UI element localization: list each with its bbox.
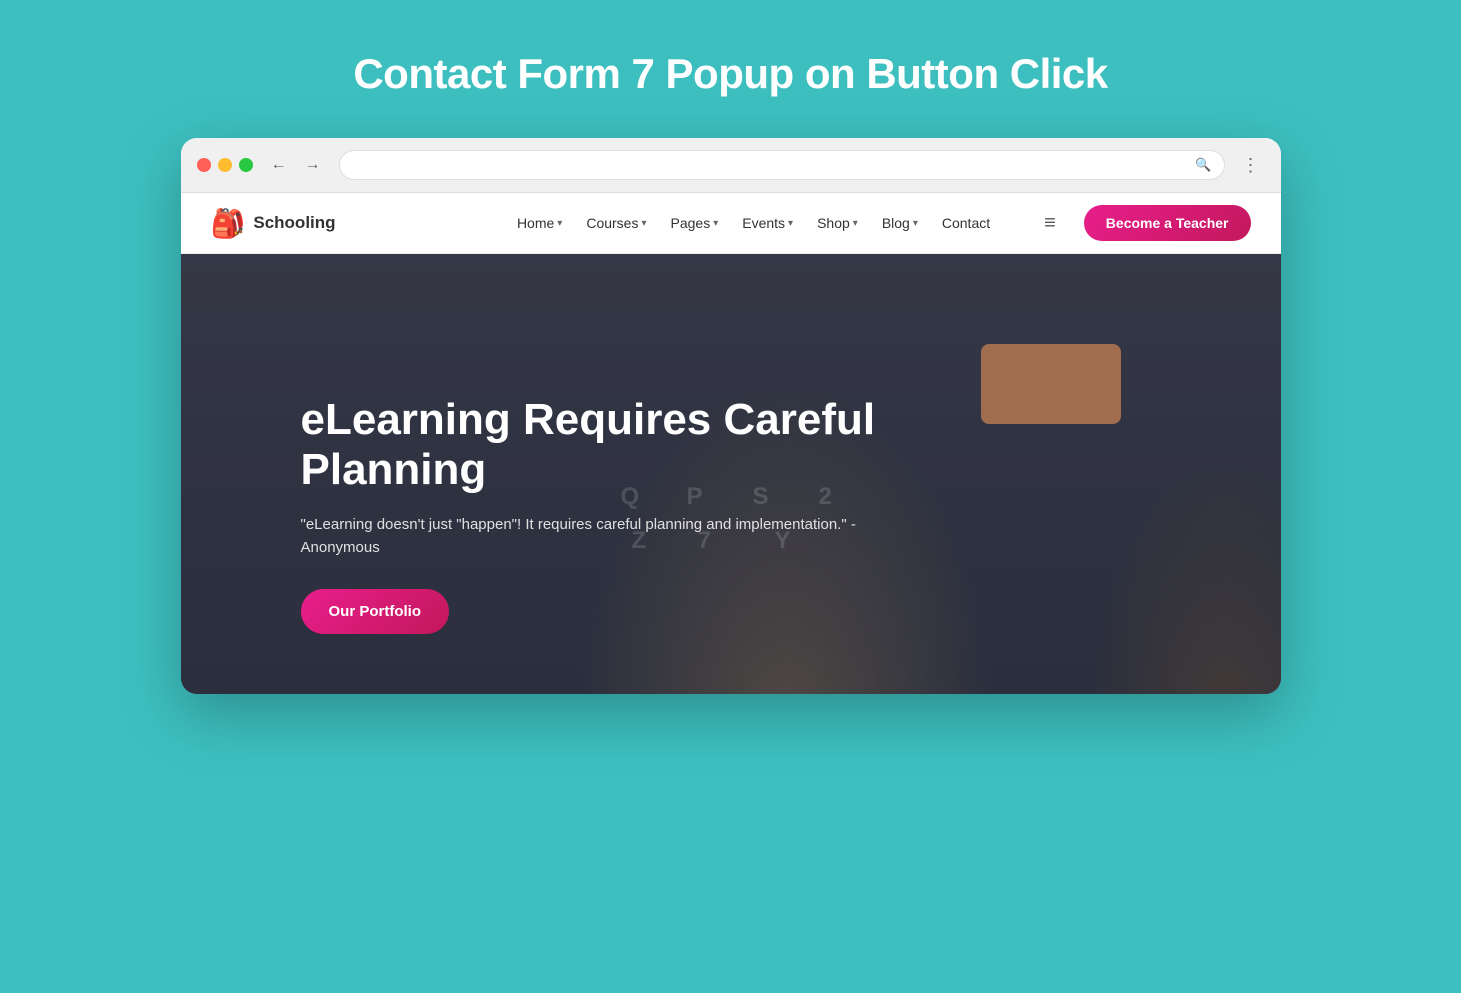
- hero-section: Q P S Z 7 2 Y eLearning Requires Careful…: [181, 254, 1281, 694]
- logo-text: Schooling: [253, 213, 335, 233]
- chevron-down-icon: ▾: [713, 218, 718, 229]
- chevron-down-icon: ▾: [913, 218, 918, 229]
- chevron-down-icon: ▾: [557, 218, 562, 229]
- browser-nav-buttons: ← →: [265, 151, 327, 179]
- traffic-lights: [197, 158, 253, 172]
- site-navbar: 🎒 Schooling Home ▾ Courses ▾ Pages ▾ Ev: [181, 193, 1281, 254]
- nav-item-pages[interactable]: Pages ▾: [661, 209, 729, 237]
- traffic-light-green[interactable]: [239, 158, 253, 172]
- nav-item-courses[interactable]: Courses ▾: [576, 209, 656, 237]
- nav-item-blog[interactable]: Blog ▾: [872, 209, 928, 237]
- search-icon[interactable]: 🔍: [1195, 157, 1211, 173]
- browser-chrome: ← → 🔍 ⋮: [181, 138, 1281, 193]
- traffic-light-yellow[interactable]: [218, 158, 232, 172]
- logo-icon: 🎒: [211, 207, 246, 240]
- nav-links: Home ▾ Courses ▾ Pages ▾ Events ▾ Shop: [507, 209, 1000, 237]
- chevron-down-icon: ▾: [788, 218, 793, 229]
- chevron-down-icon: ▾: [641, 218, 646, 229]
- portfolio-button[interactable]: Our Portfolio: [301, 589, 450, 634]
- browser-menu-button[interactable]: ⋮: [1237, 151, 1265, 179]
- hamburger-menu[interactable]: ≡: [1036, 208, 1064, 239]
- hero-subtitle: "eLearning doesn't just "happen"! It req…: [301, 514, 901, 559]
- back-button[interactable]: ←: [265, 151, 293, 179]
- become-teacher-button[interactable]: Become a Teacher: [1084, 205, 1251, 241]
- site-logo[interactable]: 🎒 Schooling: [211, 207, 336, 240]
- nav-item-shop[interactable]: Shop ▾: [807, 209, 868, 237]
- nav-item-home[interactable]: Home ▾: [507, 209, 572, 237]
- url-input[interactable]: [352, 158, 1188, 173]
- hero-content: eLearning Requires Careful Planning "eLe…: [301, 395, 1161, 634]
- address-bar[interactable]: 🔍: [339, 150, 1225, 180]
- traffic-light-red[interactable]: [197, 158, 211, 172]
- forward-button[interactable]: →: [299, 151, 327, 179]
- chevron-down-icon: ▾: [853, 218, 858, 229]
- website-content: 🎒 Schooling Home ▾ Courses ▾ Pages ▾ Ev: [181, 193, 1281, 694]
- hero-title: eLearning Requires Careful Planning: [301, 395, 1001, 496]
- browser-window: ← → 🔍 ⋮ 🎒 Schooling Home ▾ Courses: [181, 138, 1281, 694]
- nav-item-events[interactable]: Events ▾: [732, 209, 803, 237]
- nav-item-contact[interactable]: Contact: [932, 209, 1000, 237]
- page-title: Contact Form 7 Popup on Button Click: [353, 50, 1107, 98]
